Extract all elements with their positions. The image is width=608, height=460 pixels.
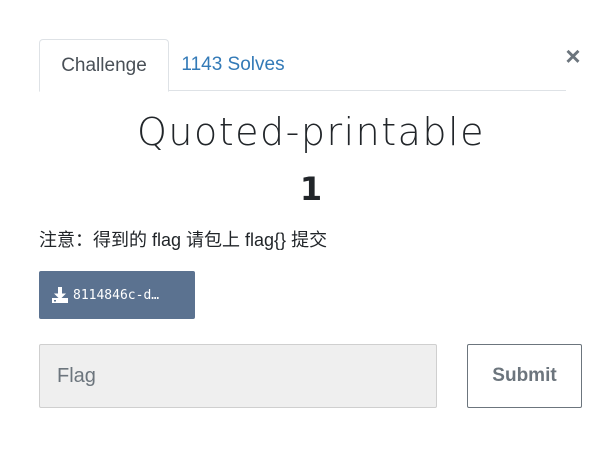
close-button[interactable]: × [560,41,586,71]
challenge-description: 注意：得到的 flag 请包上 flag{} 提交 [39,230,328,250]
challenge-value: 1 [299,170,323,208]
file-name: 8114846c-d… [73,287,160,303]
flag-input[interactable] [39,344,437,408]
close-icon: × [565,41,581,71]
challenge-tabs: Challenge 1143 Solves [39,39,566,92]
tab-solves[interactable]: 1143 Solves [169,39,297,91]
submit-button[interactable]: Submit [467,344,582,408]
challenge-name: Quoted-printable [137,110,485,154]
tab-challenge[interactable]: Challenge [39,39,169,92]
challenge-modal: Challenge 1143 Solves × Quoted-printable… [0,0,608,460]
file-download-button[interactable]: 8114846c-d… [39,271,195,319]
download-icon [52,287,68,303]
